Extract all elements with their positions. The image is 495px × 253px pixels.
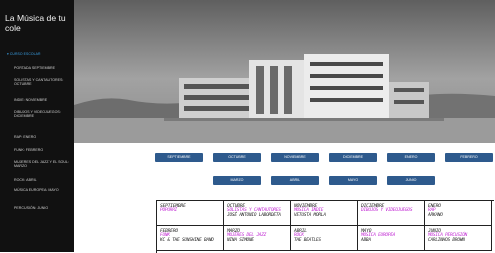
button-octubre[interactable]: OCTUBRE [213,153,261,162]
button-diciembre[interactable]: DICIEMBRE [329,153,377,162]
course-menu-toggle[interactable]: ▾ CURSO ESCOLAR [7,52,41,56]
sidebar-item-octubre[interactable]: SOLISTAS Y CANTAUTORES: OCTUBRE [14,78,72,87]
sidebar-item-enero[interactable]: RAP: ENERO [14,135,72,139]
site-title[interactable]: La Música de tu cole [5,13,71,33]
schedule-cell-junio: JUNIO MÚSICA PERCUSIÓN CARLINHOS BROWN [425,226,492,251]
button-septiembre[interactable]: SEPTIEMBRE [155,153,203,162]
button-abril[interactable]: ABRIL [271,176,319,185]
sidebar: La Música de tu cole ▾ CURSO ESCOLAR POR… [0,0,74,252]
cell-genre-link[interactable]: POPURRÍ [160,208,223,214]
cell-genre-link[interactable]: DIBUJOS Y VIDEOJUEGOS [361,208,424,214]
schedule-cell-diciembre: DICIEMBRE DIBUJOS Y VIDEOJUEGOS [358,201,425,226]
cell-artist: VETUSTA MORLA [294,212,326,218]
schedule-cell-enero: ENERO RAP ARKANO [425,201,492,226]
sidebar-item-mayo[interactable]: MÚSICA EUROPEA: MAYO [14,188,72,192]
cell-artist: CARLINHOS BROWN [428,237,465,243]
schedule-cell-noviembre: NOVIEMBRE MÚSICA INDIE VETUSTA MORLA [291,201,358,226]
monthly-schedule-table: SEPTIEMBRE POPURRÍ OCTUBRE SOLISTAS Y CA… [156,200,494,253]
school-building-illustration [74,0,495,143]
sidebar-item-marzo[interactable]: MUJERES DEL JAZZ Y EL SOUL: MARZO [14,160,72,169]
cell-artist: ABBA [361,237,371,243]
sidebar-item-diciembre[interactable]: DIBUJOS Y VIDEOJUEGOS: DICIEMBRE [14,110,72,119]
sidebar-item-abril[interactable]: ROCK: ABRIL [14,178,72,182]
cell-artist: ARKANO [428,212,443,218]
button-junio[interactable]: JUNIO [387,176,435,185]
sidebar-item-noviembre[interactable]: INDIE: NOVIEMBRE [14,98,72,102]
hero-school-building-image [74,0,495,143]
cell-artist: KC & THE SUNSHINE BAND [160,237,214,243]
button-enero[interactable]: ENERO [387,153,435,162]
schedule-cell-marzo: MARZO MUJERES DEL JAZZ NINA SIMONE [224,226,291,251]
sidebar-item-septiembre[interactable]: PORTADA SEPTIEMBRE [14,66,72,70]
schedule-cell-mayo: MAYO MÚSICA EUROPEA ABBA [358,226,425,251]
button-mayo[interactable]: MAYO [329,176,377,185]
schedule-cell-septiembre: SEPTIEMBRE POPURRÍ [157,201,224,226]
cell-artist: NINA SIMONE [227,237,254,243]
schedule-cell-abril: ABRIL ROCK THE BEATLES [291,226,358,251]
schedule-cell-febrero: FEBRERO FUNK KC & THE SUNSHINE BAND [157,226,224,251]
button-febrero[interactable]: FEBRERO [445,153,493,162]
sidebar-item-junio[interactable]: PERCUSIÓN: JUNIO [14,206,72,210]
schedule-cell-octubre: OCTUBRE SOLISTAS Y CANTAUTORES JOSÉ ANTO… [224,201,291,226]
cell-artist: JOSÉ ANTONIO LABORDETA [227,212,281,218]
button-marzo[interactable]: MARZO [213,176,261,185]
cell-artist: THE BEATLES [294,237,321,243]
button-noviembre[interactable]: NOVIEMBRE [271,153,319,162]
sidebar-item-febrero[interactable]: FUNK: FEBRERO [14,148,72,152]
